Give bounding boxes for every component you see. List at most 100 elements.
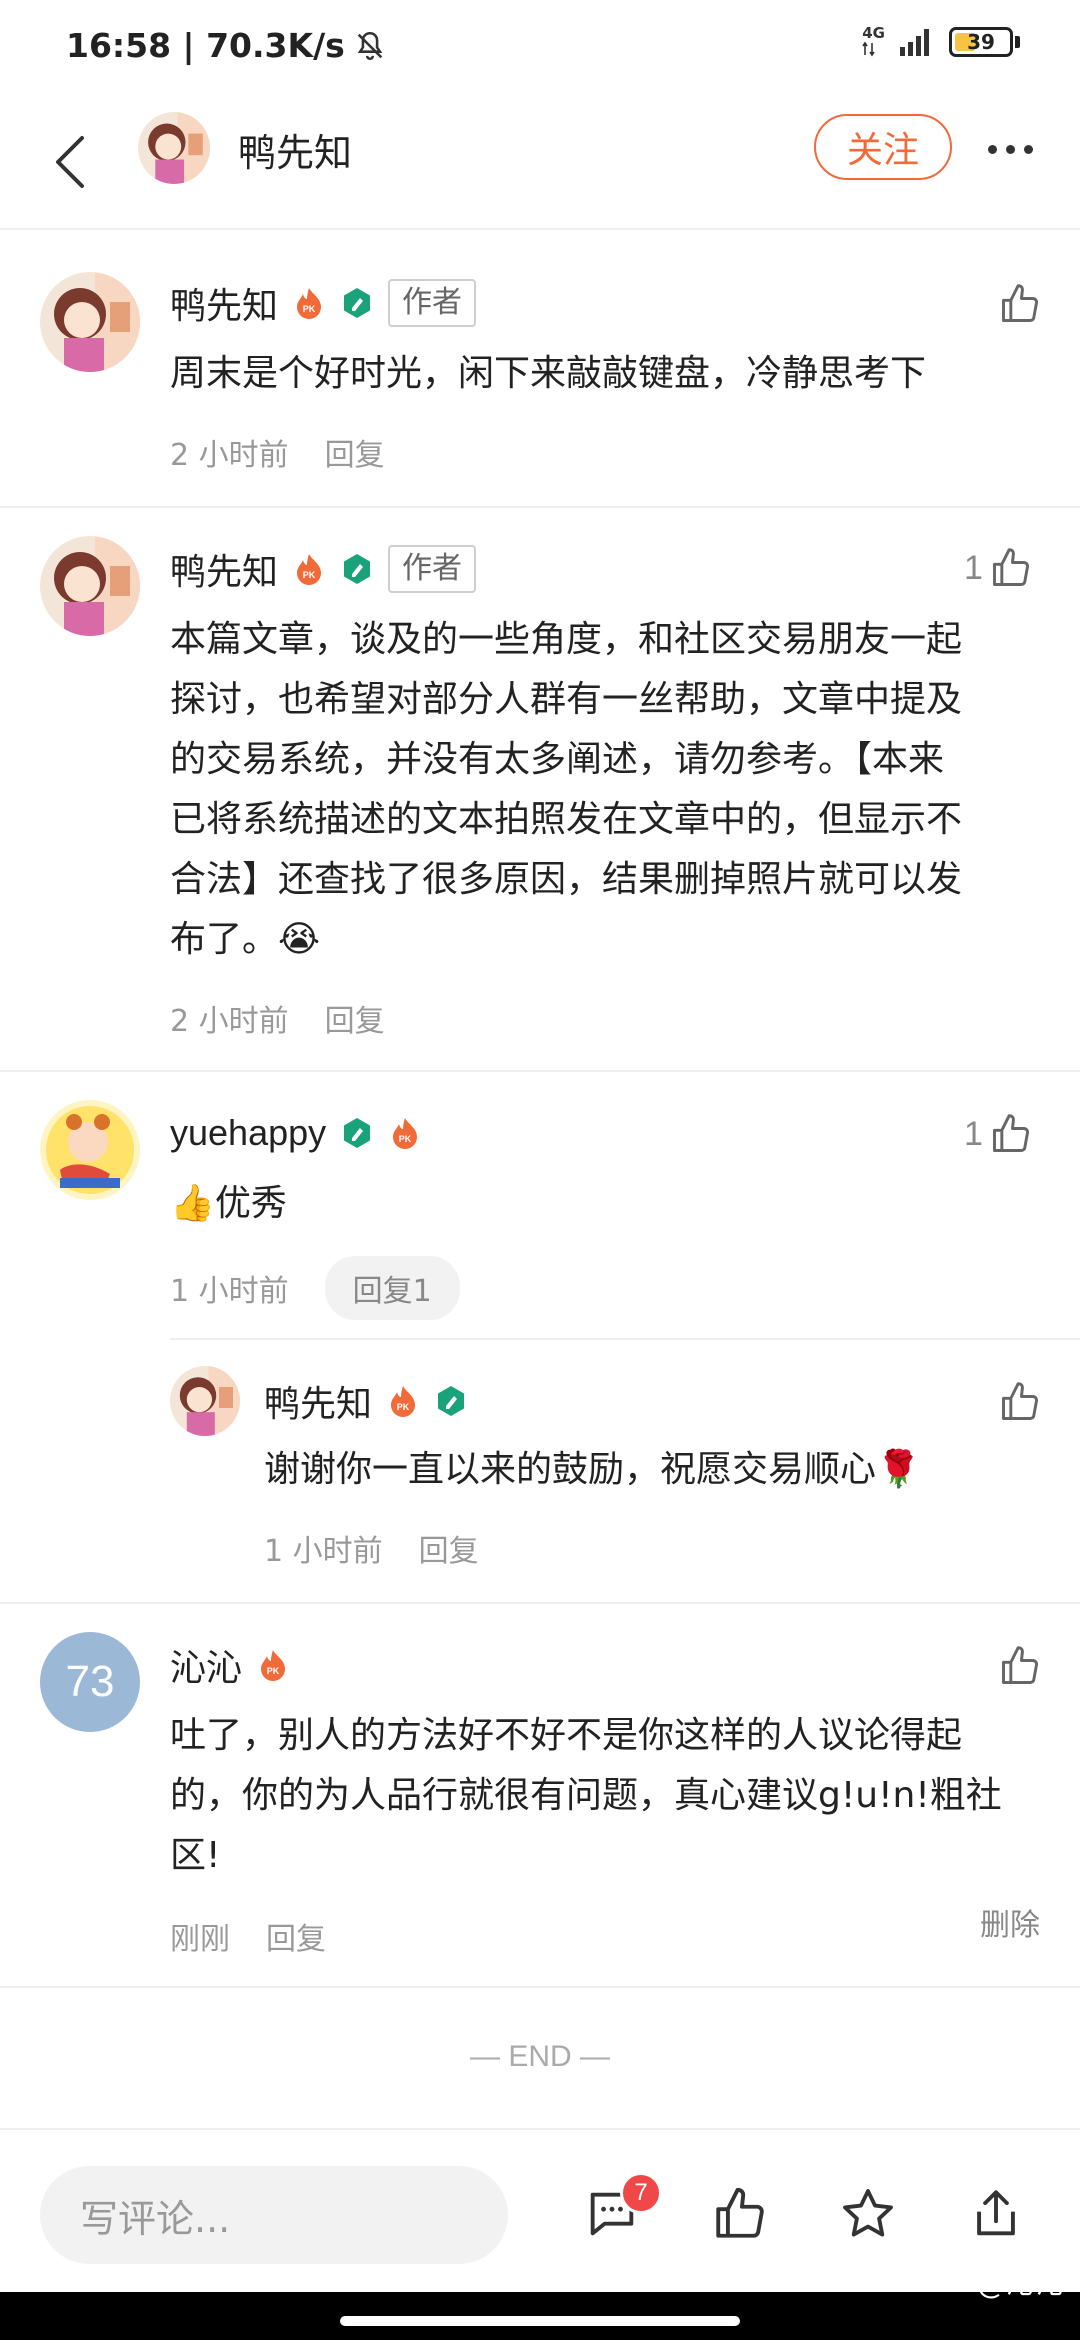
commenter-name[interactable]: 鸭先知 bbox=[170, 277, 278, 329]
share-icon bbox=[977, 2190, 1015, 2236]
green-verified-badge-icon bbox=[438, 1386, 465, 1416]
cartoon-girl-avatar-icon bbox=[170, 1366, 240, 1436]
reply-button[interactable]: 回复 bbox=[325, 996, 385, 1040]
status-icons: 4G 39 bbox=[862, 26, 1020, 57]
reply-button[interactable]: 回复1 bbox=[324, 1256, 460, 1320]
bottom-bar: 写评论... 7 bbox=[0, 2128, 1080, 2292]
comment-content: 本篇文章，谈及的一些角度，和社区交易朋友一起 探讨，也希望对部分人群有一丝帮助，… bbox=[170, 610, 1030, 970]
svg-text:PK: PK bbox=[303, 304, 316, 314]
commenter-avatar[interactable] bbox=[40, 1100, 140, 1200]
author-tag: 作者 bbox=[388, 545, 477, 593]
cartoon-girl-avatar-icon bbox=[40, 536, 140, 636]
content-line-last: 布了。😭 bbox=[170, 910, 1030, 970]
thumbs-up-icon bbox=[1002, 1382, 1038, 1420]
thumbs-up-icon bbox=[1002, 1646, 1038, 1684]
rose-emoji: 🌹 bbox=[876, 1449, 921, 1490]
pk-fire-badge-icon: PK bbox=[391, 1386, 416, 1417]
divider bbox=[0, 1070, 1080, 1072]
divider bbox=[170, 1338, 1080, 1340]
reply-button[interactable]: 回复 bbox=[266, 1914, 326, 1958]
divider bbox=[0, 1602, 1080, 1604]
cartoon-girl-avatar-icon bbox=[138, 112, 210, 184]
reply-name-row: 鸭先知 PK bbox=[264, 1374, 468, 1428]
like-button[interactable] bbox=[998, 282, 1042, 326]
like-button[interactable]: 1 bbox=[964, 546, 1033, 590]
battery-level: 39 bbox=[967, 29, 995, 54]
like-button[interactable]: 1 bbox=[964, 1112, 1033, 1156]
time-speed-text: 16:58 | 70.3K/s bbox=[66, 26, 345, 65]
commenter-avatar[interactable] bbox=[40, 536, 140, 636]
like-button[interactable] bbox=[998, 1644, 1042, 1688]
comment-meta: 1 小时前 回复1 bbox=[170, 1256, 460, 1320]
cartoon-girl-avatar-icon bbox=[40, 272, 140, 372]
like-button[interactable] bbox=[998, 1380, 1042, 1424]
data-arrows-icon bbox=[862, 41, 875, 57]
navigation-gesture-area bbox=[0, 2292, 1080, 2340]
favorite-button[interactable] bbox=[838, 2184, 898, 2244]
commenter-name[interactable]: yuehappy bbox=[170, 1112, 326, 1154]
reply-button[interactable]: 回复 bbox=[419, 1526, 479, 1570]
like-count: 1 bbox=[964, 1114, 983, 1153]
network-type: 4G bbox=[862, 24, 885, 42]
like-article-button[interactable] bbox=[710, 2184, 770, 2244]
content-line: 合法】还查找了很多原因，结果删掉照片就可以发 bbox=[170, 859, 963, 900]
comment-time: 刚刚 bbox=[170, 1922, 230, 1957]
nav-title: 鸭先知 bbox=[238, 131, 353, 175]
reply-avatar[interactable] bbox=[170, 1366, 240, 1436]
reply-time: 1 小时前 bbox=[264, 1534, 383, 1569]
commenter-name[interactable]: 鸭先知 bbox=[170, 543, 278, 595]
comment-content: 周末是个好时光，闲下来敲敲键盘，冷静思考下 bbox=[170, 353, 927, 394]
content-line: 的，你的为人品行就很有问题，真心建议g!u!n!粗社 bbox=[170, 1775, 1002, 1816]
follow-button[interactable]: 关注 bbox=[814, 114, 952, 180]
like-count: 1 bbox=[964, 548, 983, 587]
divider bbox=[0, 506, 1080, 508]
reply-author-name[interactable]: 鸭先知 bbox=[264, 1375, 372, 1427]
commenter-name[interactable]: 沁沁 bbox=[170, 1639, 242, 1691]
commenter-avatar[interactable]: 73 bbox=[40, 1632, 140, 1732]
signal-icon bbox=[900, 28, 929, 56]
author-avatar[interactable] bbox=[138, 112, 210, 184]
content-line: 本篇文章，谈及的一些角度，和社区交易朋友一起 bbox=[170, 619, 963, 660]
status-bar: 16:58 | 70.3K/s 4G 39 bbox=[0, 0, 1080, 96]
end-marker: — END — bbox=[469, 2040, 610, 2073]
back-button[interactable] bbox=[40, 122, 100, 202]
star-icon bbox=[843, 2189, 893, 2237]
content-line: 布了。 bbox=[170, 919, 279, 960]
comment-time: 2 小时前 bbox=[170, 1004, 289, 1039]
svg-text:PK: PK bbox=[303, 570, 316, 580]
svg-text:PK: PK bbox=[397, 1402, 410, 1412]
comment-text: 优秀 bbox=[214, 1183, 287, 1224]
pk-fire-badge-icon: PK bbox=[261, 1650, 286, 1681]
comment-meta: 刚刚 回复 bbox=[170, 1914, 326, 1958]
commenter-avatar[interactable] bbox=[40, 272, 140, 372]
thumbs-up-icon bbox=[992, 548, 1029, 586]
more-dot bbox=[1005, 144, 1015, 154]
battery-tip bbox=[1015, 35, 1020, 48]
more-dot bbox=[1023, 144, 1033, 154]
name-row: yuehappy PK bbox=[170, 1106, 422, 1160]
svg-text:PK: PK bbox=[399, 1134, 412, 1144]
delete-button[interactable]: 删除 bbox=[980, 1900, 1040, 1944]
mute-bell-icon bbox=[357, 31, 383, 60]
reply-button[interactable]: 回复 bbox=[325, 430, 385, 474]
top-nav: 鸭先知 关注 bbox=[0, 96, 1080, 230]
comment-time: 1 小时前 bbox=[170, 1274, 289, 1309]
share-button[interactable] bbox=[966, 2184, 1026, 2244]
comment-input[interactable]: 写评论... bbox=[40, 2166, 508, 2264]
watermark: @沁沁 bbox=[976, 2266, 1066, 2301]
green-verified-badge-icon bbox=[344, 288, 371, 318]
comment-count-badge: 7 bbox=[620, 2172, 662, 2214]
comment-meta: 2 小时前 回复 bbox=[170, 430, 385, 474]
comment-content: 吐了，别人的方法好不好不是你这样的人议论得起 的，你的为人品行就很有问题，真心建… bbox=[170, 1706, 1050, 1886]
home-indicator[interactable] bbox=[340, 2316, 740, 2326]
name-row: 鸭先知 PK 作者 bbox=[170, 542, 477, 596]
more-button[interactable] bbox=[980, 124, 1040, 174]
status-time: 16:58 | 70.3K/s bbox=[66, 26, 387, 65]
green-verified-badge-icon bbox=[344, 1118, 371, 1148]
reply-meta: 1 小时前 回复 bbox=[264, 1526, 479, 1570]
content-line: 探讨，也希望对部分人群有一丝帮助，文章中提及 bbox=[170, 679, 963, 720]
battery-icon: 39 bbox=[949, 26, 1013, 57]
cartoon-child-avatar-icon bbox=[40, 1100, 140, 1200]
chevron-left-icon bbox=[56, 136, 84, 188]
content-line: 的交易系统，并没有太多阐述，请勿参考。【本来 bbox=[170, 739, 945, 780]
